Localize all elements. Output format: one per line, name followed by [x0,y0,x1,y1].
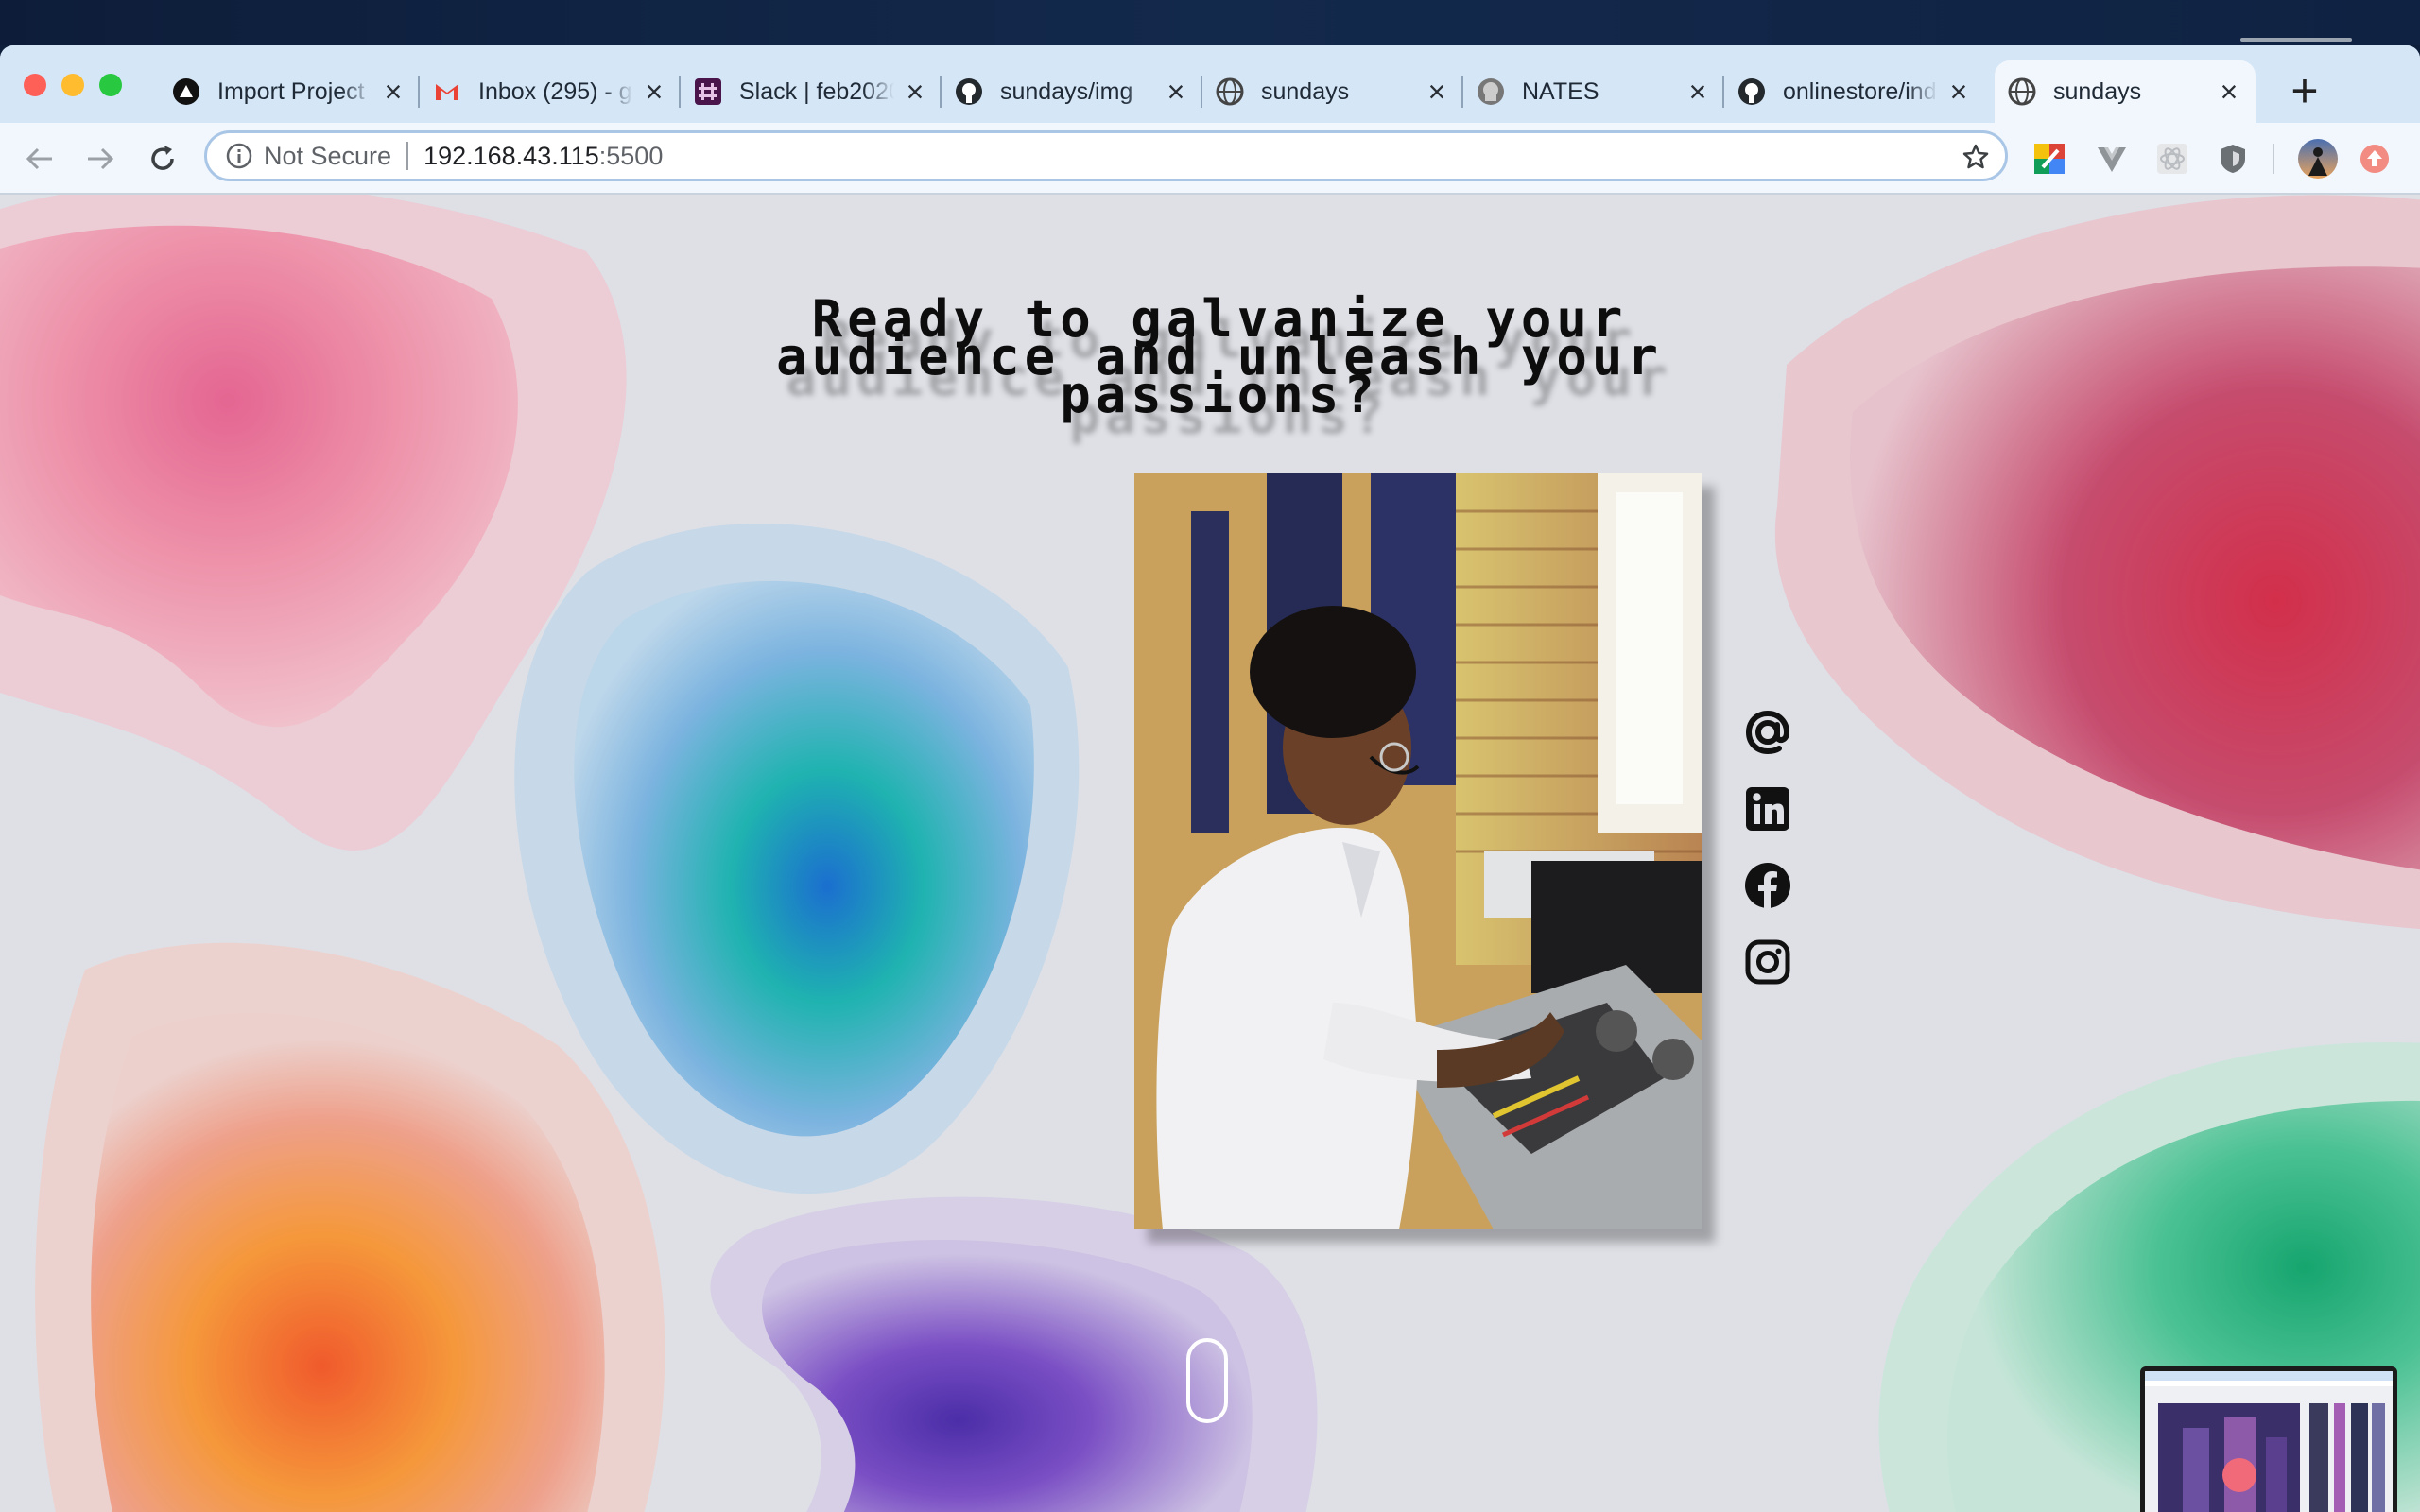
globe-icon [1216,77,1244,106]
screen-recording-thumbnail[interactable] [2140,1366,2397,1512]
close-icon[interactable]: × [1945,77,1972,107]
tab-onlinestore[interactable]: onlinestore/index × [1724,60,1985,123]
facebook-link[interactable] [1743,862,1792,914]
facebook-icon [1744,862,1791,914]
github-icon [955,77,983,106]
profile-avatar[interactable] [2297,138,2339,180]
url-port: :5500 [598,141,664,170]
tab-sundays-img[interactable]: sundays/img × [942,60,1202,123]
reload-icon[interactable] [144,140,182,178]
maximize-window-button[interactable] [99,74,122,96]
tab-sundays-active[interactable]: sundays × [1995,60,2256,123]
vue-devtools-extension-icon[interactable] [2095,142,2129,176]
close-icon[interactable]: × [1685,77,1711,107]
url-text: 192.168.43.115:5500 [424,142,663,171]
email-link[interactable] [1743,710,1792,759]
instagram-icon [1745,939,1790,989]
colorzilla-extension-icon[interactable] [2032,142,2066,176]
vercel-icon [172,77,200,106]
at-sign-icon [1743,708,1792,762]
tab-inbox[interactable]: Inbox (295) - gmail × [420,60,681,123]
tab-strip: Import Project × Inbox (295) - gmail × S… [0,45,2420,123]
url-host: 192.168.43.115 [424,141,599,170]
instagram-link[interactable] [1743,939,1792,988]
update-icon[interactable] [2358,142,2392,176]
profile-photo [1134,473,1702,1229]
tab-title: sundays [2053,77,2142,105]
desktop-background [0,0,2420,45]
close-icon[interactable]: × [1163,77,1189,107]
linkedin-icon [1745,786,1790,836]
tab-title: Inbox (295) - gmail [478,77,633,105]
forward-icon[interactable] [81,140,119,178]
browser-toolbar: Not Secure 192.168.43.115:5500 [0,123,2420,195]
github-icon [1737,77,1766,106]
browser-window: Import Project × Inbox (295) - gmail × S… [0,45,2420,1512]
close-icon[interactable]: × [380,77,406,107]
back-icon[interactable] [21,140,59,178]
shield-extension-icon[interactable] [2216,142,2250,176]
tab-sundays[interactable]: sundays × [1202,60,1463,123]
tab-slack[interactable]: Slack | feb2020 × [681,60,942,123]
info-icon[interactable] [226,143,252,169]
security-status: Not Secure [264,141,392,170]
page-viewport: Ready to galvanize your audience and unl… [0,195,2420,1512]
scroll-indicator[interactable] [1186,1338,1228,1423]
tab-title: sundays [1261,77,1350,105]
address-bar[interactable]: Not Secure 192.168.43.115:5500 [204,130,2008,181]
tab-import-project[interactable]: Import Project × [159,60,420,123]
bookmark-star-icon[interactable] [1962,143,1990,171]
react-devtools-extension-icon[interactable] [2155,142,2189,176]
tab-title: sundays/img [1000,77,1133,105]
window-drag-handle[interactable] [2240,38,2352,42]
minimize-window-button[interactable] [61,74,84,96]
page-headline: Ready to galvanize your audience and unl… [776,289,1663,424]
new-tab-button[interactable]: + [2282,67,2327,114]
close-icon[interactable]: × [641,77,667,107]
close-window-button[interactable] [24,74,46,96]
tab-title: NATES [1522,77,1599,105]
close-icon[interactable]: × [902,77,928,107]
linkedin-link[interactable] [1743,786,1792,835]
tab-nates[interactable]: NATES × [1463,60,1724,123]
close-icon[interactable]: × [1424,77,1450,107]
gmail-icon [433,77,461,106]
tab-title: Slack | feb2020 [739,77,894,105]
slack-icon [694,77,722,106]
globe-icon [2008,77,2036,106]
tab-title: Import Project [217,77,365,105]
netlify-icon [1477,77,1505,106]
tab-title: onlinestore/index [1783,77,1938,105]
close-icon[interactable]: × [2216,77,2242,107]
